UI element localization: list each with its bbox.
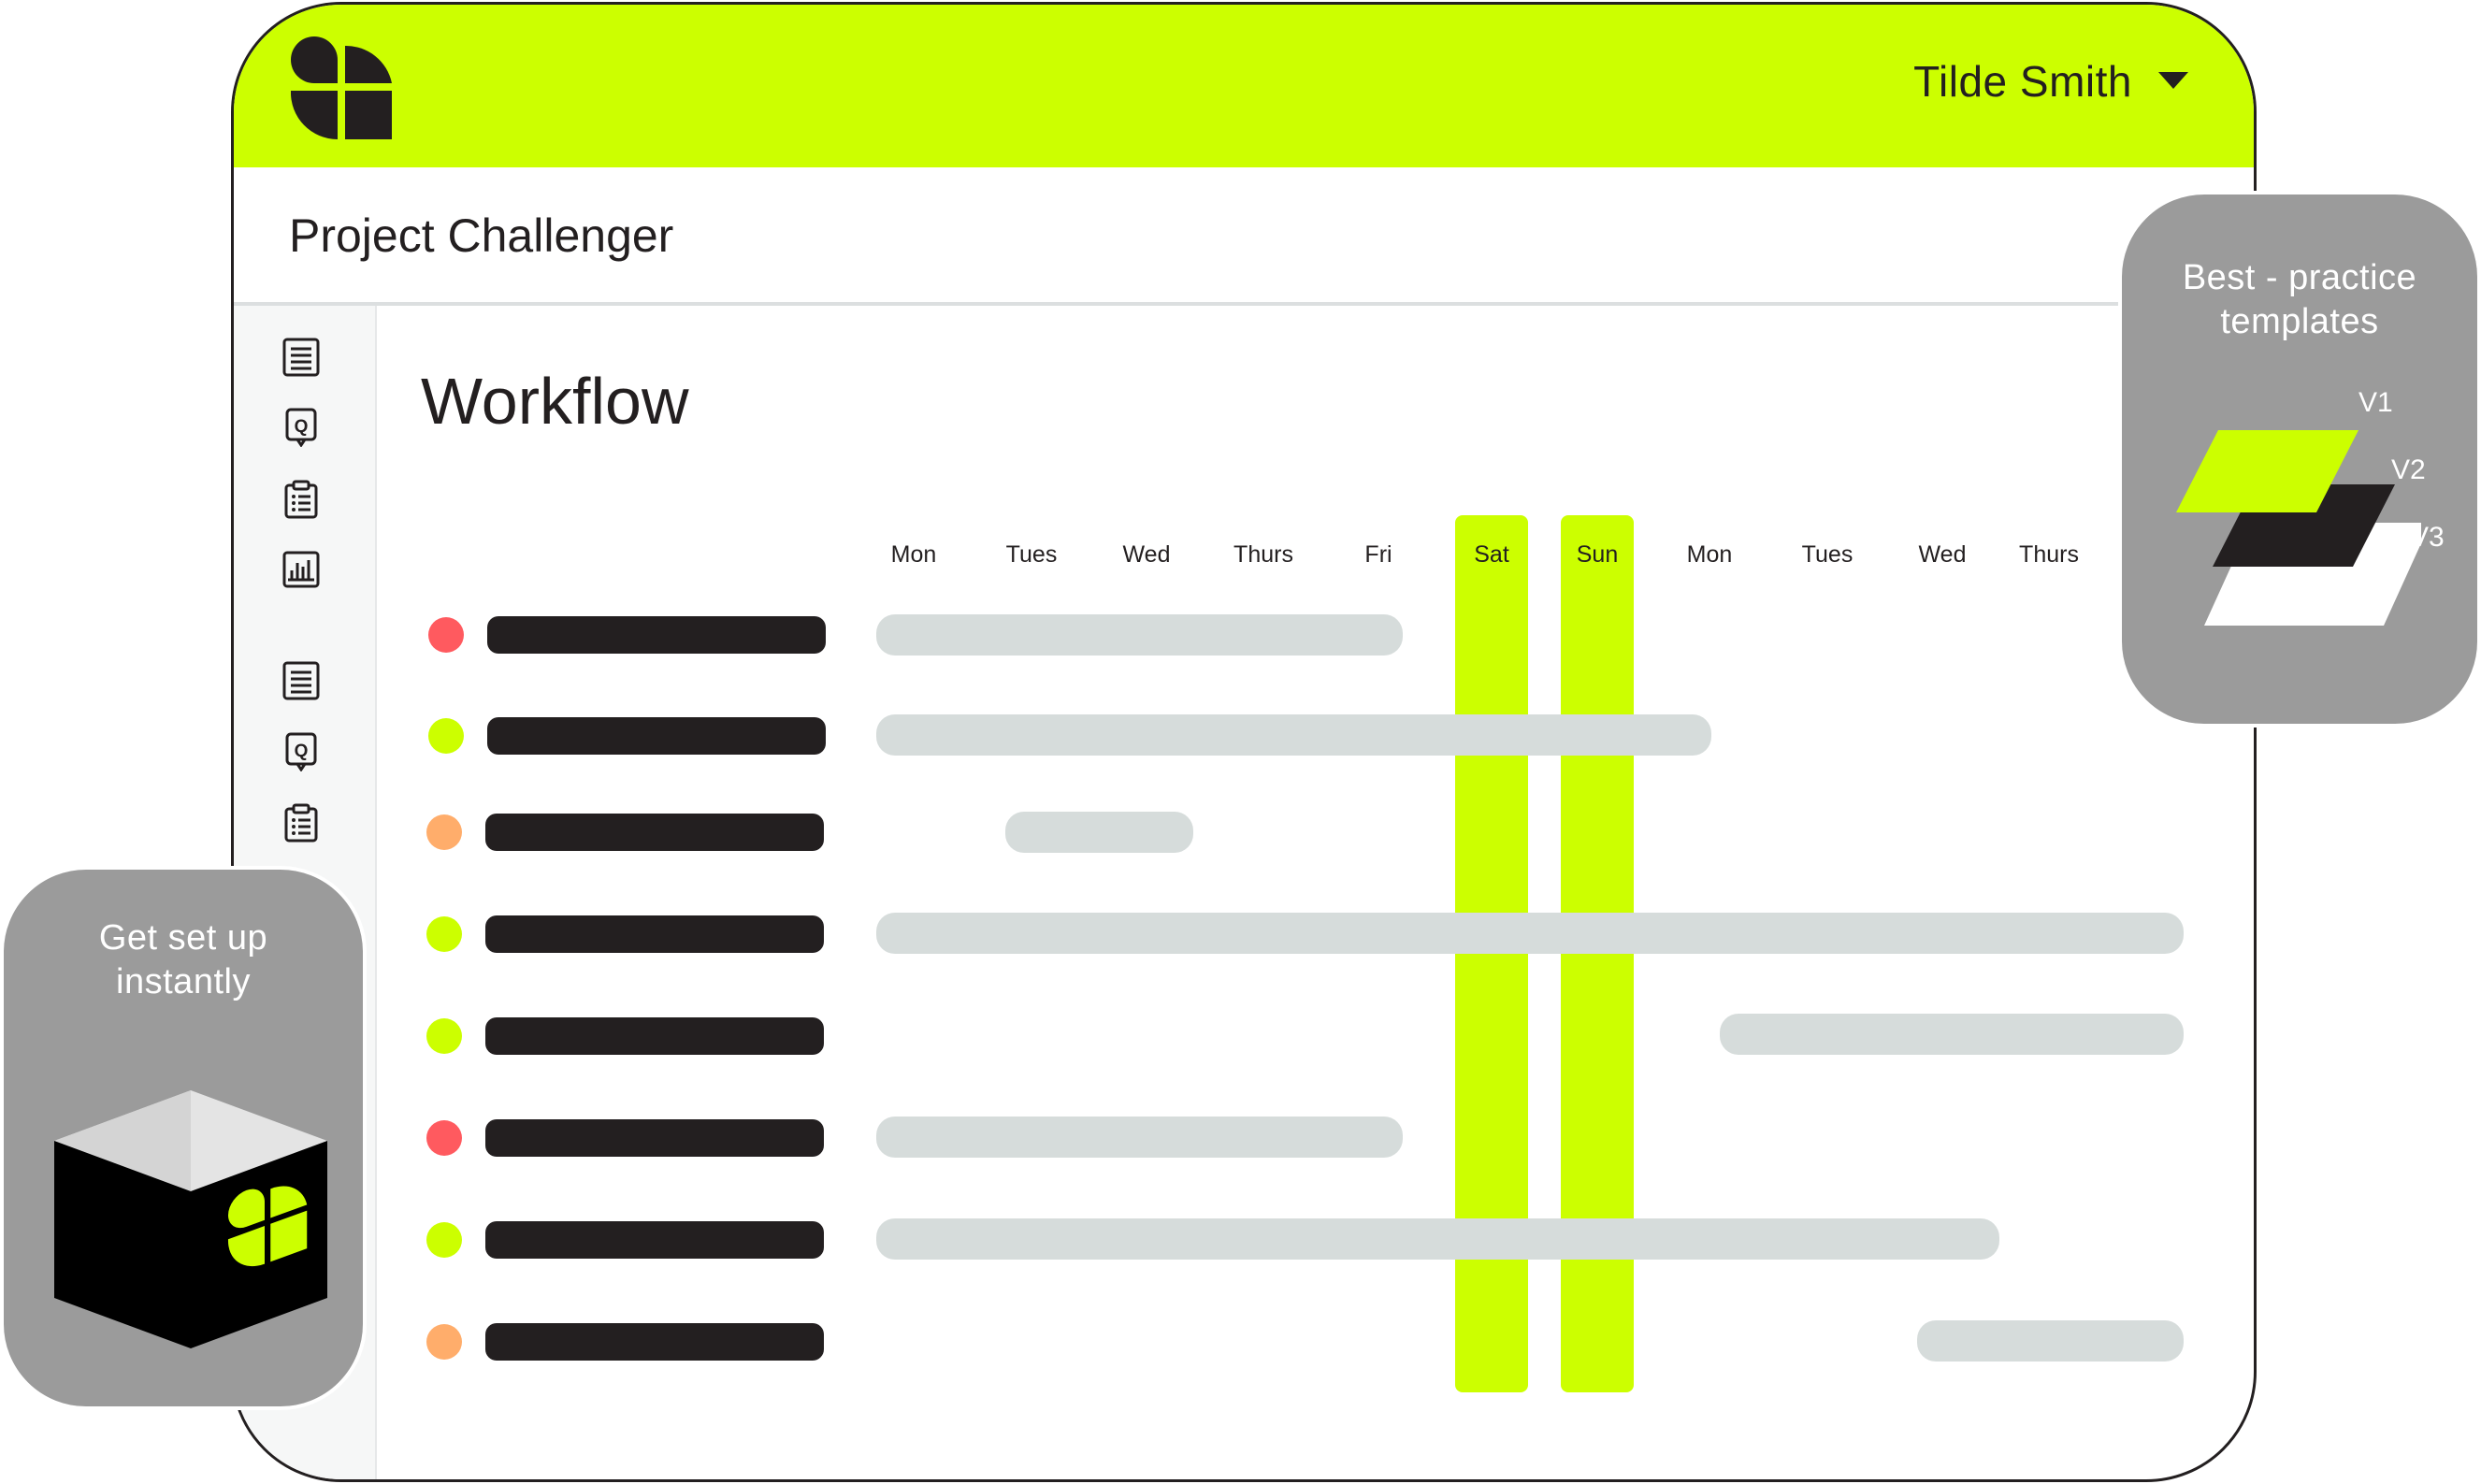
document-list-icon[interactable]: [282, 661, 320, 700]
page-title: Workflow: [421, 365, 689, 438]
day-label: Mon: [1686, 541, 1733, 568]
status-dot-green: [426, 916, 462, 952]
task-bar[interactable]: [1720, 1014, 2184, 1055]
task-bar[interactable]: [1005, 812, 1193, 853]
status-dot-green: [426, 1222, 462, 1258]
clipboard-list-icon[interactable]: [282, 480, 320, 519]
task-bar[interactable]: [876, 1117, 1403, 1158]
day-label: Sat: [1474, 541, 1509, 568]
cloverleaf-logo-icon[interactable]: [291, 36, 392, 139]
task-bar[interactable]: [876, 714, 1711, 756]
project-bar: Project Challenger: [234, 167, 2254, 306]
templates-callout-card: Best - practice templates V1 V2 V3: [2118, 191, 2481, 728]
callout-title-line: templates: [2220, 302, 2379, 341]
status-dot-green: [428, 718, 464, 754]
bar-chart-icon[interactable]: [282, 550, 320, 589]
task-label[interactable]: [487, 616, 826, 654]
top-bar: Tilde Smith: [234, 5, 2254, 167]
task-label[interactable]: [485, 915, 824, 953]
day-label: Thurs: [2019, 541, 2079, 568]
callout-title-line: instantly: [116, 962, 251, 1001]
status-dot-orange: [426, 1324, 462, 1360]
quote-icon[interactable]: Q: [282, 732, 320, 771]
project-title: Project Challenger: [289, 209, 674, 262]
day-label: Mon: [890, 541, 937, 568]
template-versions-icon: [2176, 430, 2421, 626]
weekend-column-sat: [1455, 515, 1528, 1392]
callout-title: Get set up instantly: [4, 916, 363, 1004]
quote-icon[interactable]: Q: [282, 408, 320, 447]
status-dot-green: [426, 1018, 462, 1054]
setup-callout-card: Get set up instantly: [0, 866, 367, 1410]
workflow-panel: Workflow Mon Tues Wed Thurs Fri Sat Sun …: [377, 306, 2254, 1479]
day-label: Thurs: [1233, 541, 1293, 568]
task-label[interactable]: [485, 1323, 824, 1361]
caret-down-icon[interactable]: [2158, 72, 2188, 91]
task-label[interactable]: [485, 814, 824, 851]
task-label[interactable]: [485, 1221, 824, 1259]
day-label: Sun: [1576, 541, 1619, 568]
version-label: V1: [2358, 387, 2393, 418]
status-dot-red: [426, 1120, 462, 1156]
task-bar[interactable]: [876, 1218, 1999, 1260]
task-bar[interactable]: [876, 614, 1403, 656]
day-label: Wed: [1122, 541, 1171, 568]
status-dot-orange: [426, 814, 462, 850]
svg-text:Q: Q: [295, 742, 309, 761]
user-name[interactable]: Tilde Smith: [1913, 56, 2132, 107]
box-with-logo-icon: [54, 1090, 327, 1348]
day-label: Wed: [1918, 541, 1967, 568]
day-label: Tues: [1801, 541, 1854, 568]
day-label: Fri: [1364, 541, 1392, 568]
user-menu[interactable]: Tilde Smith: [1913, 56, 2188, 107]
task-label[interactable]: [485, 1017, 824, 1055]
task-label[interactable]: [485, 1119, 824, 1157]
status-dot-red: [428, 617, 464, 653]
task-bar[interactable]: [1917, 1320, 2184, 1362]
callout-title-line: Best - practice: [2182, 258, 2417, 297]
svg-text:Q: Q: [295, 417, 309, 437]
day-label: Tues: [1005, 541, 1058, 568]
callout-title-line: Get set up: [98, 918, 268, 958]
task-bar[interactable]: [876, 913, 2184, 954]
clipboard-list-icon[interactable]: [282, 803, 320, 843]
app-window: Tilde Smith Project Challenger Q Q Workf…: [231, 2, 2257, 1482]
task-label[interactable]: [487, 717, 826, 755]
weekend-column-sun: [1561, 515, 1634, 1392]
version-label: V3: [2410, 522, 2445, 553]
document-list-icon[interactable]: [282, 338, 320, 377]
version-label: V2: [2391, 454, 2426, 485]
callout-title: Best - practice templates: [2122, 256, 2477, 344]
